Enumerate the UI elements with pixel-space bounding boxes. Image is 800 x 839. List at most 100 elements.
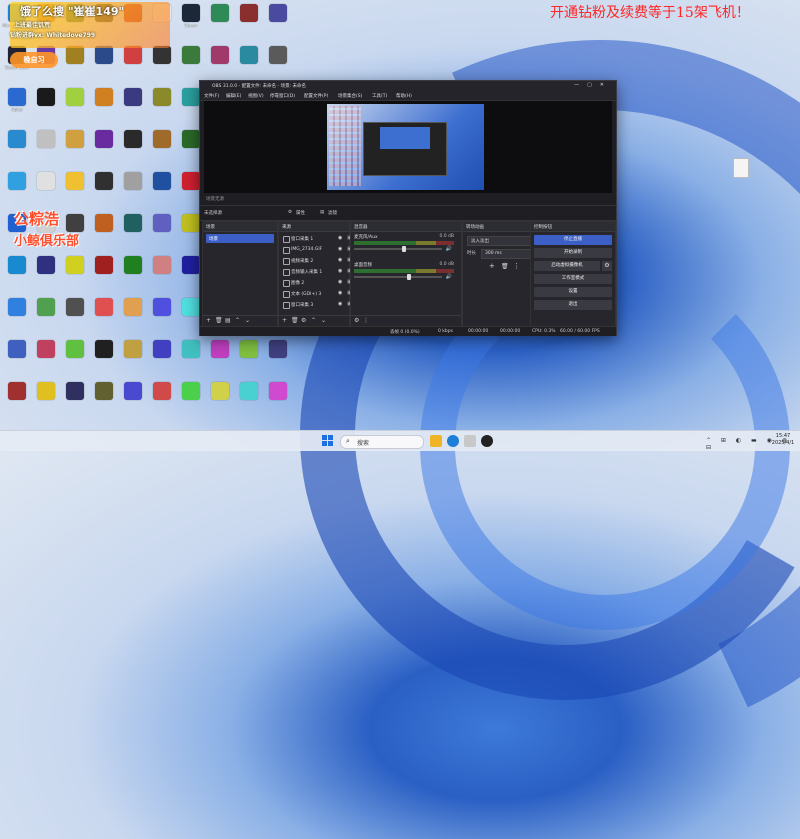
desktop-icon[interactable] [89, 214, 119, 243]
eye-icon[interactable]: ◉ [338, 246, 342, 252]
eye-icon[interactable]: ◉ [338, 268, 342, 274]
desktop-icon[interactable] [147, 46, 177, 75]
more-icon[interactable]: ⋮ [363, 317, 369, 324]
menu-edit[interactable]: 编辑(E) [226, 93, 241, 99]
desktop-icon[interactable] [205, 4, 235, 33]
settings-button[interactable]: 设置 [534, 287, 612, 297]
source-list-item[interactable]: IMG_2734.GIF◉▣ [281, 245, 353, 254]
source-list-item[interactable]: 窗口采集 3◉▣ [281, 300, 353, 309]
desktop-icon[interactable] [205, 340, 235, 369]
source-list-item[interactable]: 音频输入采集 1◉▣ [281, 267, 353, 276]
window-controls[interactable]: —▢✕ [574, 82, 612, 88]
desktop-icon[interactable] [60, 256, 90, 285]
desktop-icon[interactable]: Steam [176, 4, 206, 33]
volume-fader[interactable] [354, 276, 442, 278]
desktop-icon[interactable] [263, 46, 293, 75]
desktop-icon[interactable] [234, 46, 264, 75]
obs-preview[interactable] [204, 101, 612, 193]
desktop-icon[interactable] [118, 256, 148, 285]
desktop-icon[interactable] [60, 382, 90, 411]
desktop-icon[interactable] [31, 340, 61, 369]
desktop-icon[interactable] [118, 130, 148, 159]
desktop-icon[interactable] [147, 88, 177, 117]
exit-button[interactable]: 退出 [534, 300, 612, 310]
gear-icon[interactable]: ⚙ [354, 317, 359, 324]
more-icon[interactable]: ⋮ [513, 262, 520, 270]
gear-icon[interactable]: ⚙ [288, 210, 292, 215]
desktop-icon[interactable] [2, 340, 32, 369]
menu-help[interactable]: 帮助(H) [396, 93, 412, 99]
gear-icon[interactable]: ⚙ [301, 317, 306, 324]
taskbar-clock[interactable]: 15:47 2025/4/1 [768, 433, 798, 447]
start-recording-button[interactable]: 开始录制 [534, 248, 612, 258]
chevron-down-icon[interactable]: ⌄ [245, 317, 250, 324]
filter-icon[interactable]: ▤ [225, 317, 231, 324]
desktop-icon[interactable] [263, 340, 293, 369]
stop-streaming-button[interactable]: 停止直播 [534, 235, 612, 245]
speaker-icon[interactable]: 🔊 [446, 274, 452, 280]
eye-icon[interactable]: ◉ [338, 301, 342, 307]
desktop-icon[interactable] [2, 298, 32, 327]
desktop-icon[interactable] [31, 172, 61, 201]
desktop-icon[interactable] [118, 298, 148, 327]
source-list-item[interactable]: 文本 (GDI+) 3◉▣ [281, 289, 353, 298]
desktop-icon[interactable] [147, 130, 177, 159]
eye-icon[interactable]: ◉ [338, 257, 342, 263]
desktop-icon[interactable] [31, 130, 61, 159]
chevron-up-icon[interactable]: ⌃ [235, 317, 240, 324]
fader-handle[interactable] [406, 274, 411, 280]
menu-tools[interactable]: 工具(T) [372, 93, 387, 99]
desktop-icon[interactable] [118, 214, 148, 243]
desktop-icon[interactable] [118, 382, 148, 411]
trash-icon[interactable]: 🗑 [501, 263, 509, 270]
studio-mode-button[interactable]: 工作室模式 [534, 274, 612, 284]
desktop-icon[interactable] [118, 340, 148, 369]
desktop-icon[interactable] [89, 256, 119, 285]
desktop-icon[interactable] [89, 298, 119, 327]
desktop-icon[interactable]: Uplay [2, 88, 32, 117]
edge-icon[interactable] [447, 435, 459, 447]
desktop-icon[interactable] [176, 340, 206, 369]
duration-input[interactable]: 300 ms [481, 249, 533, 259]
eye-icon[interactable]: ◉ [338, 279, 342, 285]
obs-title-bar[interactable]: OBS 31.0.0 - 配置文件: 未命名 - 场景: 未命名 —▢✕ [200, 81, 616, 91]
source-list-item[interactable]: 窗口采集 1◉▣ [281, 234, 353, 243]
windows-start-icon[interactable] [322, 435, 334, 447]
desktop-icon[interactable] [60, 298, 90, 327]
desktop-icon[interactable] [263, 382, 293, 411]
desktop-icon[interactable] [263, 4, 293, 33]
menu-profile[interactable]: 配置文件(P) [304, 93, 328, 99]
desktop-icon[interactable] [89, 340, 119, 369]
desktop-icon[interactable] [147, 298, 177, 327]
desktop-icon[interactable] [118, 172, 148, 201]
desktop-icon[interactable] [205, 382, 235, 411]
desktop-icon[interactable] [147, 256, 177, 285]
gear-icon[interactable]: ⚙ [602, 261, 612, 271]
desktop-icon[interactable] [118, 46, 148, 75]
desktop-icon[interactable] [31, 256, 61, 285]
menu-file[interactable]: 文件(F) [204, 93, 219, 99]
desktop-icon[interactable] [60, 46, 90, 75]
trash-icon[interactable]: 🗑 [291, 317, 299, 324]
filters-button[interactable]: 滤镜 [328, 210, 337, 216]
desktop-icon[interactable] [205, 46, 235, 75]
add-icon[interactable]: + [282, 317, 287, 324]
desktop-icon[interactable] [118, 88, 148, 117]
desktop-icon[interactable] [2, 172, 32, 201]
desktop-icon[interactable] [234, 340, 264, 369]
desktop-icon[interactable] [147, 214, 177, 243]
desktop-icon[interactable] [89, 46, 119, 75]
eye-icon[interactable]: ◉ [338, 235, 342, 241]
obs-window[interactable]: OBS 31.0.0 - 配置文件: 未命名 - 场景: 未命名 —▢✕ 文件(… [199, 80, 617, 336]
desktop-icon[interactable] [89, 130, 119, 159]
menu-docks[interactable]: 停靠窗口(D) [270, 93, 295, 99]
desktop-icon[interactable] [147, 382, 177, 411]
start-virtual-camera-button[interactable]: 启动虚拟摄像机 [534, 261, 600, 271]
add-icon[interactable]: + [206, 317, 211, 324]
desktop-icon[interactable] [60, 88, 90, 117]
desktop-icon[interactable] [147, 340, 177, 369]
speaker-icon[interactable]: 🔊 [446, 246, 452, 252]
desktop-icon[interactable] [60, 172, 90, 201]
desktop-file-icon[interactable] [726, 158, 756, 179]
app-icon[interactable] [464, 435, 476, 447]
